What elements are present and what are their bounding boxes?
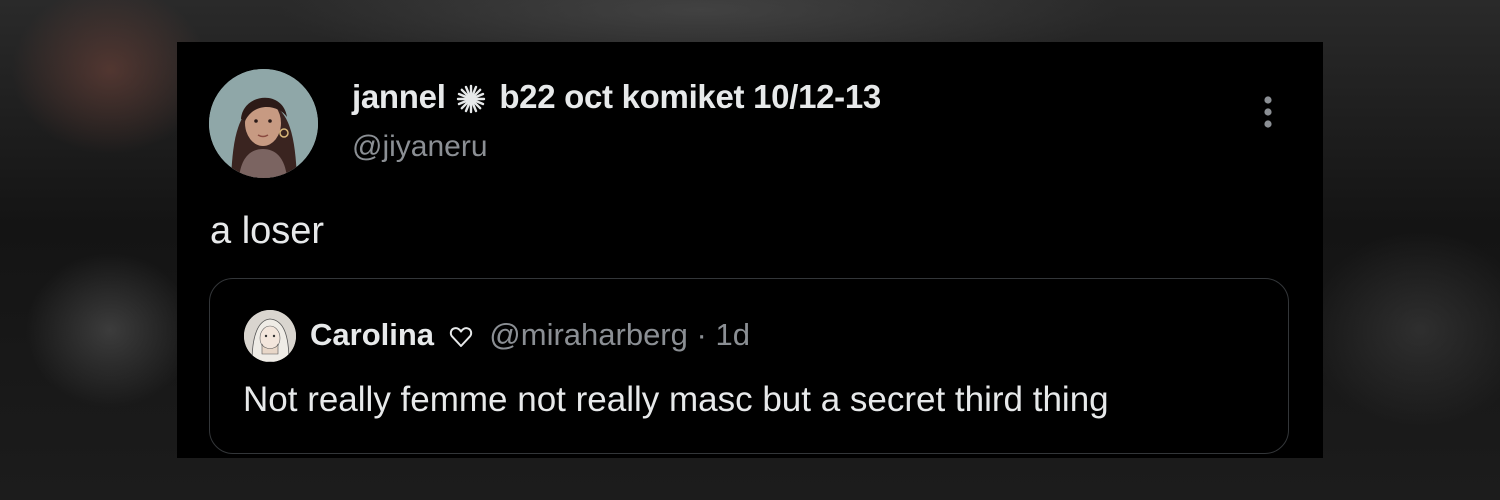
author-name: jannel	[352, 78, 446, 115]
author-avatar[interactable]	[209, 69, 318, 178]
tweet-card[interactable]: jannel b22 oct komiket 10/12-13 @jiyaner…	[177, 42, 1323, 458]
quoted-author-handle[interactable]: @miraharberg	[489, 317, 688, 352]
more-vertical-icon[interactable]	[1258, 94, 1278, 134]
quoted-tweet-text: Not really femme not really masc but a s…	[243, 380, 1109, 419]
author-avatar-illustration	[209, 69, 318, 178]
quoted-author-avatar[interactable]	[244, 310, 296, 362]
separator-dot: ·	[696, 317, 707, 352]
author-name-suffix: b22 oct komiket 10/12-13	[499, 78, 881, 115]
quoted-author-name[interactable]: Carolina	[310, 317, 434, 352]
starburst-icon	[457, 85, 486, 114]
tweet-text: a loser	[210, 210, 325, 252]
heart-outline-icon	[449, 327, 472, 347]
quoted-tweet[interactable]: Carolina @miraharberg · 1d Not really fe…	[209, 278, 1289, 454]
quoted-header: Carolina @miraharberg · 1d	[310, 317, 750, 353]
quoted-avatar-illustration	[244, 310, 296, 362]
author-display-name[interactable]: jannel b22 oct komiket 10/12-13	[352, 78, 881, 116]
author-handle[interactable]: @jiyaneru	[352, 130, 488, 164]
quoted-timestamp[interactable]: 1d	[715, 317, 749, 352]
